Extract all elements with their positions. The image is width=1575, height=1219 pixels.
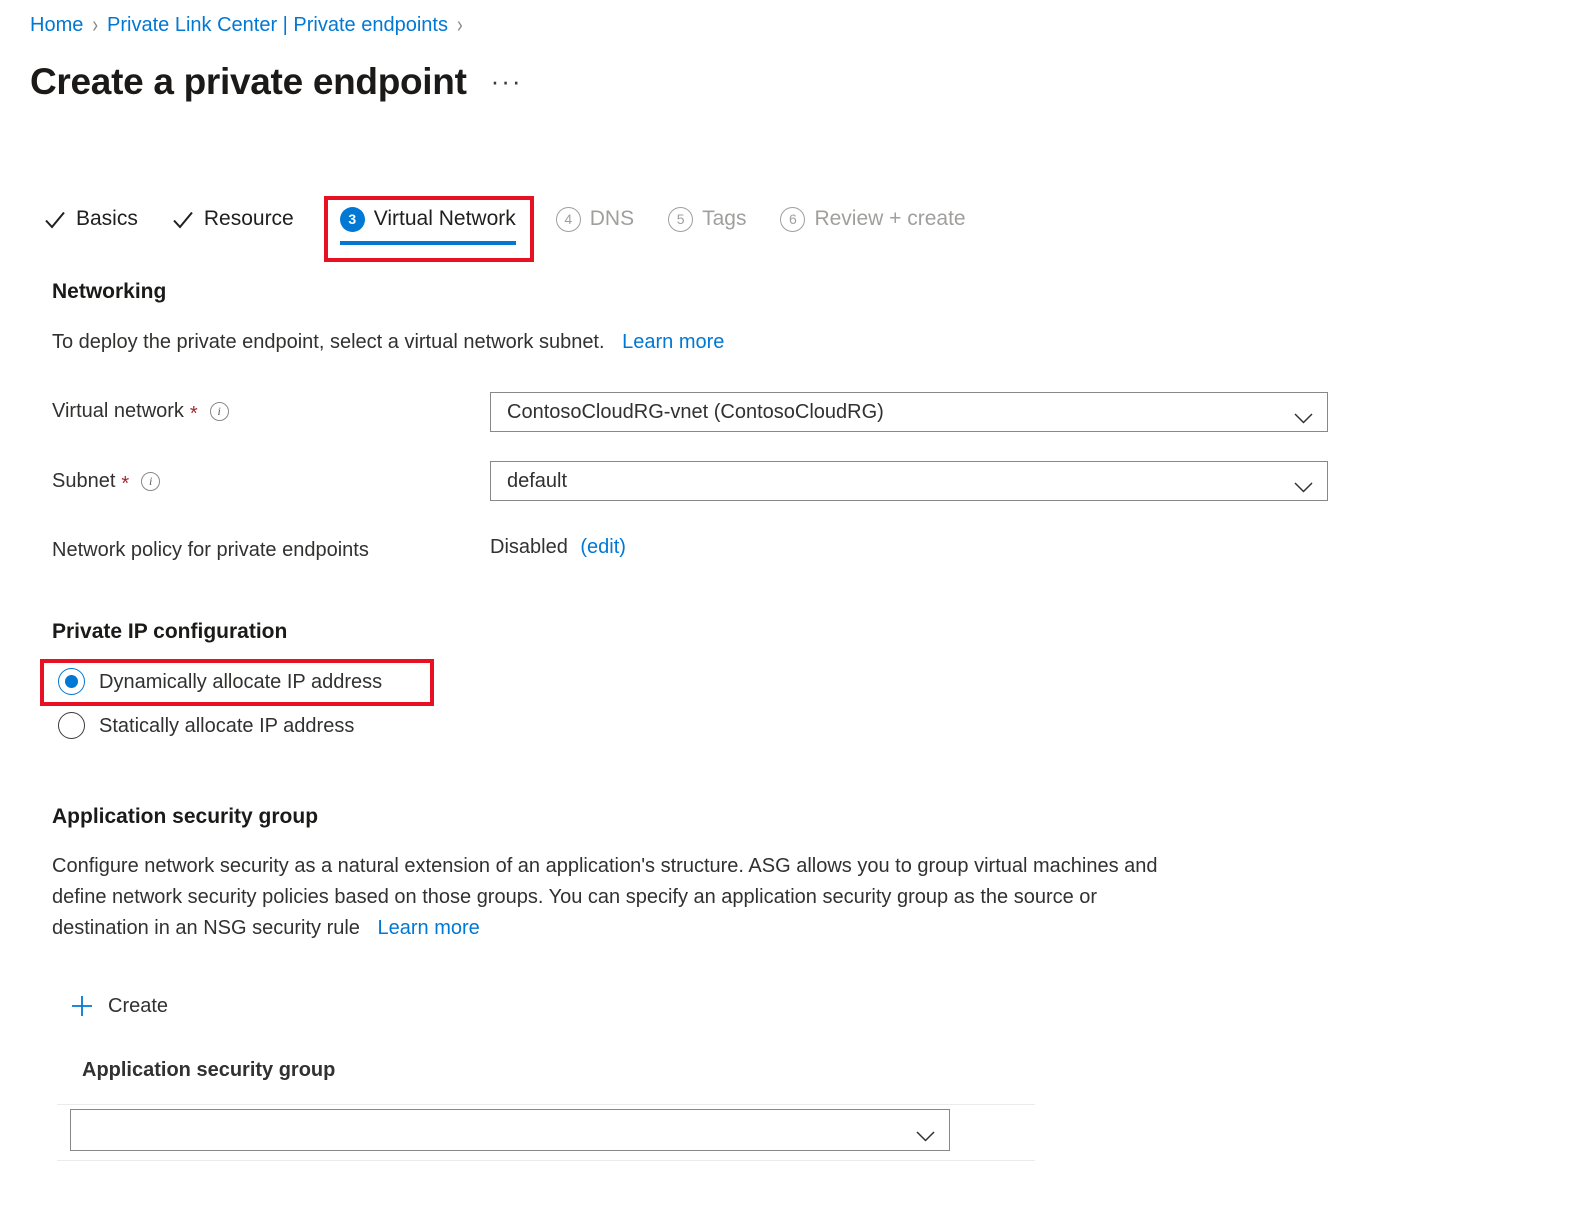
asg-table-divider-top [57,1104,1035,1105]
tab-step-number: 4 [555,206,581,232]
asg-table-divider-bottom [57,1160,1035,1161]
network-policy-value: Disabled [490,536,568,558]
plus-icon [70,994,94,1018]
breadcrumb-item-private-link-center[interactable]: Private Link Center | Private endpoints [107,12,448,38]
application-security-group-description: Configure network security as a natural … [52,851,1342,944]
networking-description-text: To deploy the private endpoint, select a… [52,331,605,353]
tab-basics[interactable]: Basics [44,196,138,242]
create-asg-button[interactable]: Create [70,993,168,1019]
asg-description-line-3: destination in an NSG security rule [52,917,360,939]
chevron-down-icon [916,1125,935,1142]
chevron-right-icon: › [92,11,99,38]
virtual-network-value: ContosoCloudRG-vnet (ContosoCloudRG) [507,400,884,423]
learn-more-link-networking[interactable]: Learn more [622,331,724,353]
create-asg-label: Create [108,995,169,1017]
tab-active-underline [339,241,516,245]
asg-description-line-2: define network security policies based o… [52,886,1098,908]
check-icon [172,209,194,231]
network-policy-value-row: Disabled (edit) [490,534,626,560]
tab-label: Tags [702,207,747,230]
learn-more-link-asg[interactable]: Learn more [378,917,480,939]
check-icon [44,209,66,231]
virtual-network-label-row: Virtual network * i [52,398,229,424]
tab-dns[interactable]: 4 DNS [555,196,635,242]
subnet-dropdown[interactable]: default [490,461,1328,501]
radio-dynamically-allocate-ip[interactable]: Dynamically allocate IP address [58,668,382,695]
subnet-label-row: Subnet * i [52,468,161,495]
asg-column-header: Application security group [82,1059,336,1081]
radio-icon-unselected[interactable] [58,712,85,739]
private-ip-configuration-heading: Private IP configuration [52,620,288,643]
tab-step-number: 3 [339,206,365,232]
radio-label: Statically allocate IP address [99,714,355,737]
info-icon[interactable]: i [209,401,229,421]
radio-statically-allocate-ip[interactable]: Statically allocate IP address [58,712,354,739]
asg-dropdown[interactable] [70,1109,950,1151]
application-security-group-heading: Application security group [52,805,319,828]
tab-step-number: 6 [780,206,806,232]
more-options-icon[interactable]: ··· [491,68,523,94]
virtual-network-label: Virtual network [52,400,184,422]
network-policy-label: Network policy for private endpoints [52,539,369,561]
tab-tags[interactable]: 5 Tags [668,196,746,242]
breadcrumb-item-home[interactable]: Home [30,12,83,38]
asg-description-line-1: Configure network security as a natural … [52,855,1158,877]
subnet-value: default [507,469,568,492]
breadcrumb: Home › Private Link Center | Private end… [30,11,472,38]
radio-icon-selected[interactable] [58,668,85,695]
wizard-tabs: Basics Resource 3 Virtual Network 4 DNS … [44,196,1000,262]
tab-label: Review + create [814,207,966,230]
page-title-row: Create a private endpoint ··· [30,58,523,106]
chevron-down-icon [1294,476,1313,493]
network-policy-edit-link[interactable]: (edit) [580,536,626,558]
tab-virtual-network[interactable]: 3 Virtual Network [323,196,534,262]
page-title: Create a private endpoint [30,61,467,102]
networking-heading: Networking [52,280,167,303]
required-asterisk: * [121,473,130,495]
radio-label: Dynamically allocate IP address [99,670,383,693]
subnet-label: Subnet [52,470,116,492]
tab-resource[interactable]: Resource [172,196,294,242]
tab-label: Virtual Network [373,207,516,230]
chevron-right-icon: › [456,11,463,38]
virtual-network-dropdown[interactable]: ContosoCloudRG-vnet (ContosoCloudRG) [490,392,1328,432]
tab-label: DNS [589,207,635,230]
tab-label: Resource [203,207,294,230]
required-asterisk: * [189,403,198,425]
networking-description: To deploy the private endpoint, select a… [52,327,724,358]
tab-step-number: 5 [668,206,694,232]
tab-review-create[interactable]: 6 Review + create [780,196,966,242]
chevron-down-icon [1294,407,1313,424]
tab-label: Basics [76,207,138,230]
info-icon[interactable]: i [141,471,161,491]
